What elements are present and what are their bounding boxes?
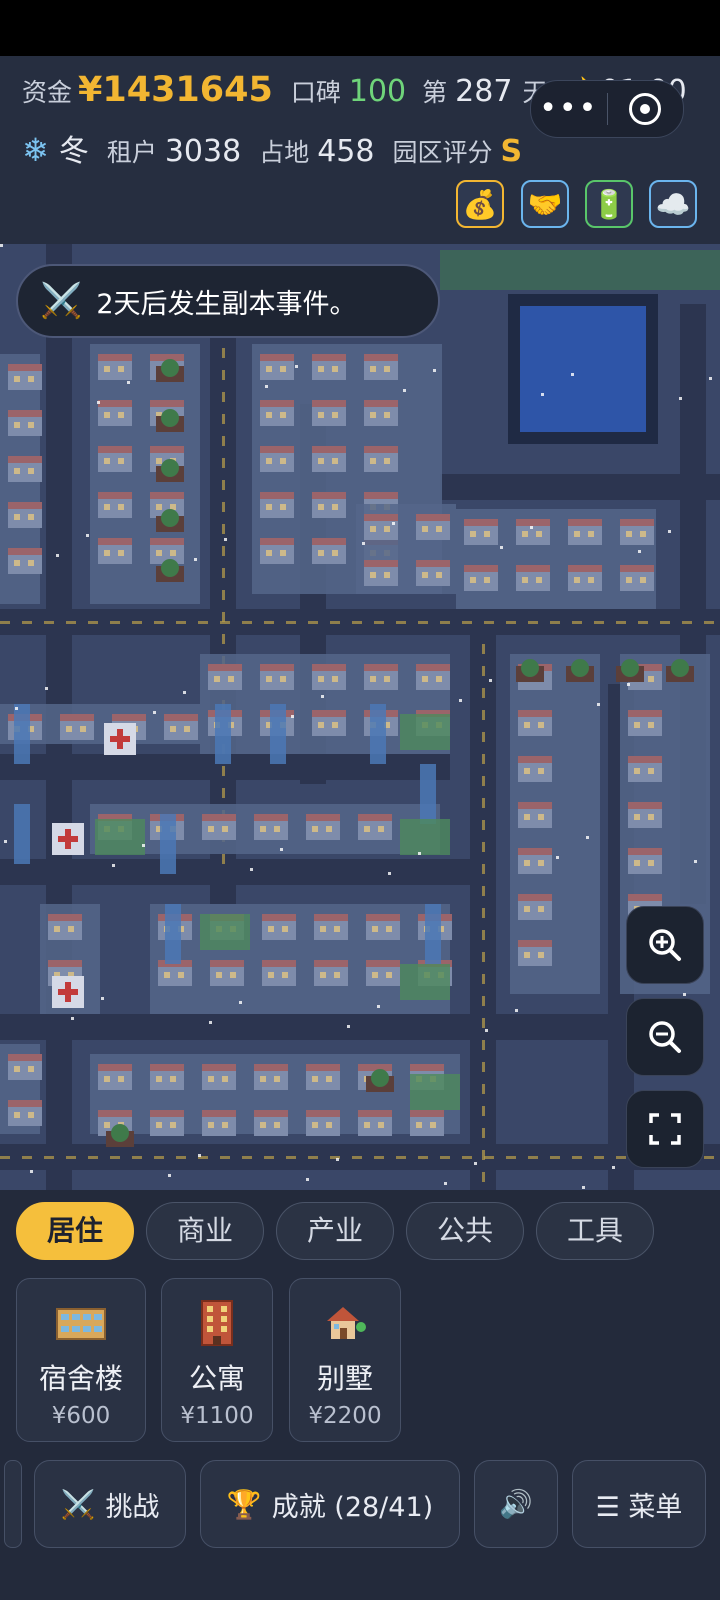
menu-label: ☰ 菜单 — [595, 1491, 683, 1523]
tab-residential[interactable]: 居住 — [16, 1202, 134, 1260]
villa-icon — [290, 1301, 400, 1345]
money-bag-icon: 💰 — [462, 187, 498, 221]
cloud-button[interactable]: ☁️ — [649, 180, 697, 228]
building-price: ¥600 — [51, 1403, 111, 1429]
trophy-icon: 🏆 — [226, 1487, 262, 1521]
rating-value: S — [500, 134, 523, 169]
reputation-label: 口碑 — [290, 78, 341, 107]
dormitory-icon — [17, 1301, 145, 1345]
battery-icon: 🔋 — [591, 187, 627, 221]
scroll-edge-button — [4, 1460, 22, 1548]
speaker-icon: 🔊 — [499, 1489, 533, 1520]
tab-public[interactable]: 公共 — [406, 1202, 524, 1260]
apartment-icon — [162, 1300, 272, 1346]
sound-button[interactable]: 🔊 — [474, 1460, 558, 1548]
build-panel: 居住 商业 产业 公共 工具 宿舍楼 ¥600 公寓 ¥1100 别墅 ¥220… — [0, 1190, 720, 1600]
info-row: ❄ 冬 租户 3038 占地 458 园区评分 S — [22, 126, 522, 170]
building-name: 宿舍楼 — [38, 1362, 123, 1395]
tenants-value: 3038 — [164, 134, 242, 169]
building-name: 公寓 — [188, 1362, 245, 1395]
crossed-swords-icon: ⚔️ — [60, 1487, 96, 1521]
menu-button[interactable]: ☰ 菜单 — [572, 1460, 706, 1548]
achievements-label: 成就 (28/41) — [271, 1491, 434, 1523]
event-notification: ⚔️ 2天后发生副本事件。 — [16, 264, 440, 338]
city-map-canvas — [0, 244, 720, 1190]
challenge-button[interactable]: ⚔️ 挑战 — [34, 1460, 186, 1548]
building-card-dormitory[interactable]: 宿舍楼 ¥600 — [16, 1278, 146, 1442]
system-status-bar — [0, 0, 720, 56]
reputation-value: 100 — [348, 74, 407, 109]
building-card-apartment[interactable]: 公寓 ¥1100 — [161, 1278, 273, 1442]
day-prefix: 第 — [422, 78, 448, 107]
record-icon — [629, 93, 662, 125]
land-value: 458 — [317, 134, 375, 169]
event-notification-text: 2天后发生副本事件。 — [96, 288, 357, 320]
fullscreen-button[interactable] — [626, 1090, 704, 1168]
city-map[interactable] — [0, 244, 720, 1190]
land-label: 占地 — [259, 138, 310, 167]
zoom-in-icon — [649, 929, 681, 961]
handshake-button[interactable]: 🤝 — [521, 180, 569, 228]
building-price: ¥1100 — [180, 1403, 254, 1429]
building-name: 别墅 — [316, 1362, 373, 1395]
zoom-out-button[interactable] — [626, 998, 704, 1076]
more-options-button[interactable]: ••• — [531, 81, 607, 137]
building-price: ¥2200 — [308, 1403, 382, 1429]
money-bag-button[interactable]: 💰 — [456, 180, 504, 228]
funds-value: ¥1431645 — [78, 70, 273, 110]
achievements-button[interactable]: 🏆 成就 (28/41) — [200, 1460, 460, 1548]
tenants-label: 租户 — [106, 138, 157, 167]
miniprogram-capsule: ••• — [530, 80, 684, 138]
snowflake-icon: ❄ — [22, 131, 49, 169]
fullscreen-icon — [649, 1113, 681, 1145]
funds-label: 资金 — [22, 78, 73, 107]
cloud-icon: ☁️ — [655, 187, 691, 221]
season-label: 冬 — [58, 134, 89, 169]
tab-commercial[interactable]: 商业 — [146, 1202, 264, 1260]
handshake-icon: 🤝 — [527, 187, 563, 221]
tab-tools[interactable]: 工具 — [536, 1202, 654, 1260]
close-miniprogram-button[interactable] — [608, 93, 684, 125]
zoom-out-icon — [649, 1021, 681, 1053]
battery-button[interactable]: 🔋 — [585, 180, 633, 228]
crossed-swords-icon: ⚔️ — [40, 281, 83, 321]
zoom-in-button[interactable] — [626, 906, 704, 984]
tab-industrial[interactable]: 产业 — [276, 1202, 394, 1260]
day-value: 287 — [455, 74, 513, 109]
building-card-villa[interactable]: 别墅 ¥2200 — [289, 1278, 401, 1442]
rating-label: 园区评分 — [392, 138, 493, 167]
challenge-label: 挑战 — [105, 1491, 160, 1523]
